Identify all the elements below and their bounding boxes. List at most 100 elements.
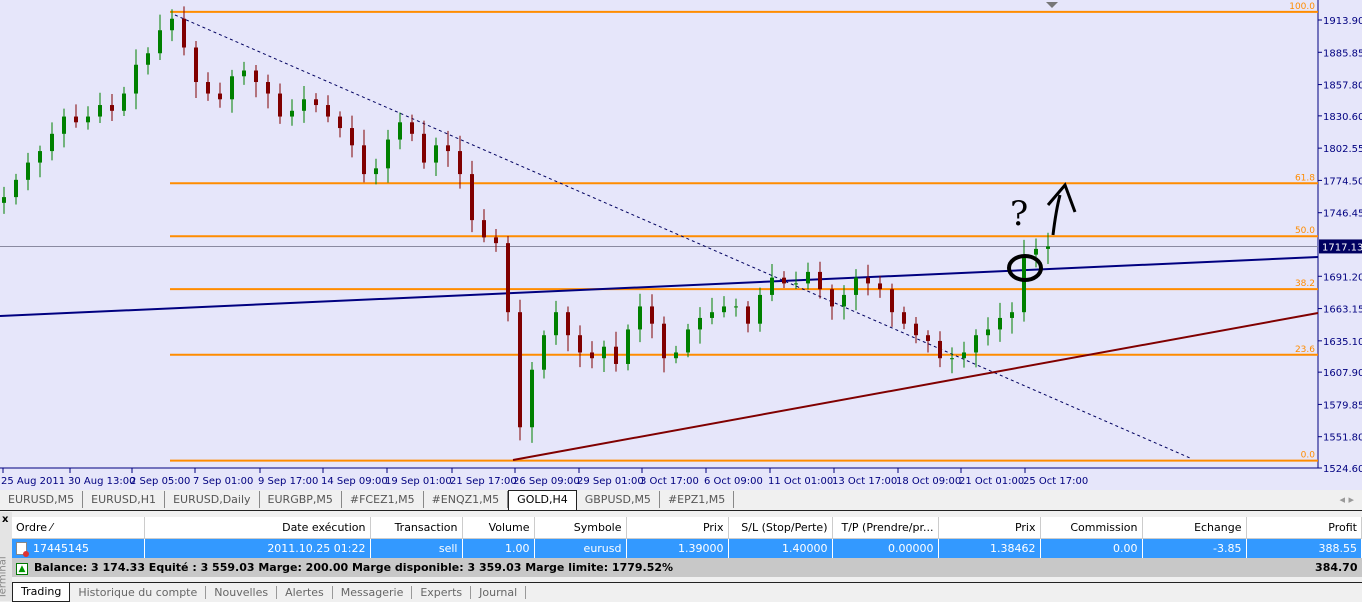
col-header[interactable]: S/L (Stop/Perte) — [728, 517, 833, 539]
candle-body — [38, 151, 42, 163]
chart-tab-active[interactable]: GOLD,H4 — [508, 490, 577, 510]
col-header[interactable]: Echange — [1142, 517, 1247, 539]
fibonacci-level-label: 23.6 — [1295, 345, 1315, 355]
candle-body — [74, 116, 78, 123]
time-tick-label: 26 Sep 09:00 — [513, 476, 580, 487]
col-header[interactable]: Date exécution — [144, 517, 371, 539]
candle-body — [590, 352, 594, 359]
candle-body — [638, 306, 642, 330]
candle-body — [1034, 248, 1038, 255]
candle-body — [434, 145, 438, 163]
chart-tab[interactable]: #ENQZ1,M5 — [424, 491, 509, 508]
col-header[interactable]: T/P (Prendre/pr... — [832, 517, 939, 539]
price-tick-label: 1635.10 — [1323, 337, 1362, 348]
candle-body — [626, 329, 630, 364]
candle-body — [26, 162, 30, 180]
candle-body — [470, 174, 474, 221]
candle-body — [374, 168, 378, 175]
chart-tab[interactable]: #FCEZ1,M5 — [342, 491, 424, 508]
candle-body — [818, 271, 822, 290]
candle-body — [758, 294, 762, 324]
cell-commission: 0.00 — [1040, 538, 1143, 558]
time-tick-label: 6 Oct 09:00 — [704, 476, 763, 487]
col-header[interactable]: Volume — [462, 517, 535, 539]
cell-price: 1.38462 — [938, 538, 1041, 558]
col-header[interactable]: Commission — [1040, 517, 1143, 539]
candle-body — [902, 312, 906, 324]
order-id: 17445145 — [12, 538, 145, 558]
cell-open-price: 1.39000 — [626, 538, 729, 558]
price-chart[interactable]: 1913.90 1885.85 1857.80 1830.60 1802.55 1774.… — [0, 0, 1362, 490]
fibonacci-level-label: 38.2 — [1295, 279, 1315, 289]
tab-experts[interactable]: Experts — [412, 585, 472, 599]
tab-journal[interactable]: Journal — [471, 585, 527, 599]
candle-body — [974, 335, 978, 353]
candle-body — [410, 122, 414, 134]
candle-body — [170, 18, 174, 31]
price-tick-label: 1885.85 — [1323, 48, 1362, 59]
col-header[interactable]: Prix — [938, 517, 1041, 539]
price-tick-label: 1607.90 — [1323, 368, 1362, 379]
chart-canvas: 1913.90 1885.85 1857.80 1830.60 1802.55 1774.… — [0, 0, 1362, 487]
col-header[interactable]: Prix — [626, 517, 729, 539]
col-header[interactable]: Ordre ⁄ — [12, 517, 145, 539]
candle-body — [14, 179, 18, 198]
col-header[interactable]: Symbole — [534, 517, 627, 539]
candle-body — [230, 76, 234, 100]
candle-body — [662, 323, 666, 359]
orders-table: Ordre ⁄ Date exécution Transaction Volum… — [12, 517, 1362, 577]
cell-profit: 388.55 — [1246, 538, 1362, 558]
cell-tp: 0.00000 — [832, 538, 939, 558]
candle-body — [698, 317, 702, 330]
chart-tab[interactable]: EURGBP,M5 — [260, 491, 342, 508]
chart-tab[interactable]: GBPUSD,M5 — [577, 491, 660, 508]
cell-type: sell — [370, 538, 463, 558]
arrow-up-icon: ▲ — [16, 562, 28, 575]
candle-body — [914, 323, 918, 336]
chart-tab[interactable]: #EPZ1,M5 — [660, 491, 735, 508]
candle-body — [362, 145, 366, 175]
price-tick-label: 1663.15 — [1323, 305, 1362, 316]
time-tick-label: 13 Oct 17:00 — [832, 476, 897, 487]
order-row[interactable]: 17445145 2011.10.25 01:22 sell 1.00 euru… — [12, 538, 1362, 558]
tab-news[interactable]: Nouvelles — [206, 585, 278, 599]
candle-body — [326, 105, 330, 117]
time-tick-label: 25 Oct 17:00 — [1023, 476, 1088, 487]
candle-body — [542, 335, 546, 370]
candle-body — [206, 82, 210, 94]
candle-body — [722, 306, 726, 313]
col-header[interactable]: Profit — [1246, 517, 1362, 539]
candle-body — [254, 70, 258, 83]
candle-body — [398, 122, 402, 140]
cell-swap: -3.85 — [1142, 538, 1247, 558]
tab-scroll-arrows-icon[interactable]: ◂ ▸ — [1331, 493, 1362, 510]
candle-body — [578, 335, 582, 353]
candle-body — [674, 352, 678, 359]
chart-tab[interactable]: EURUSD,H1 — [83, 491, 166, 508]
col-header[interactable]: Transaction — [370, 517, 463, 539]
candle-body — [926, 335, 930, 341]
candle-body — [806, 271, 810, 284]
tab-alerts[interactable]: Alertes — [277, 585, 333, 599]
candle-body — [890, 289, 894, 313]
tab-history[interactable]: Historique du compte — [70, 585, 207, 599]
chart-tab[interactable]: EURUSD,Daily — [165, 491, 260, 508]
candle-body — [290, 110, 294, 117]
chart-tab[interactable]: EURUSD,M5 — [0, 491, 84, 508]
time-tick-label: 3 Oct 17:00 — [640, 476, 699, 487]
time-tick-label: 25 Aug 2011 — [1, 476, 65, 487]
candle-body — [506, 243, 510, 313]
candle-body — [110, 105, 114, 111]
candle-body — [122, 93, 126, 111]
cell-sl: 1.40000 — [728, 538, 833, 558]
time-tick-label: 7 Sep 01:00 — [193, 476, 253, 487]
candle-body — [734, 306, 738, 308]
tab-trading[interactable]: Trading — [12, 582, 71, 602]
candle-body — [986, 329, 990, 336]
tab-mailbox[interactable]: Messagerie — [333, 585, 413, 599]
cell-volume: 1.00 — [462, 538, 535, 558]
time-tick-label: 30 Aug 13:00 — [68, 476, 135, 487]
candle-body — [782, 277, 786, 284]
close-icon[interactable]: x — [2, 514, 8, 525]
candle-body — [770, 277, 774, 295]
